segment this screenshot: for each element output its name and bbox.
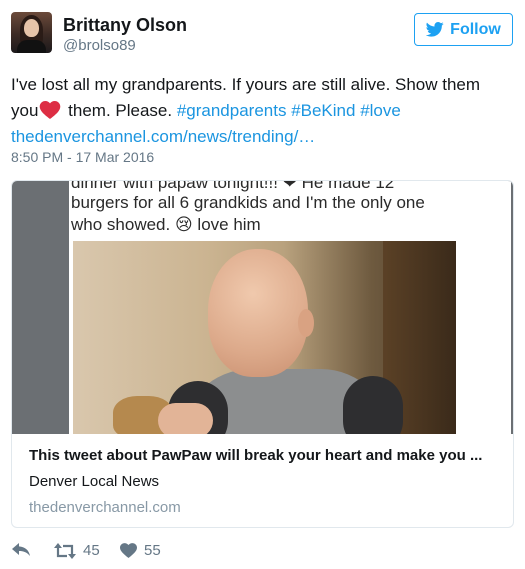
grandpa-photo [73,241,456,434]
heart-icon [120,543,137,558]
retweet-count: 45 [83,542,100,559]
photo-hands [158,403,213,434]
avatar-face [24,19,39,37]
link-card[interactable]: dinner with papaw tonight!!! ❤ He made 1… [11,180,514,528]
photo-ear [298,309,314,337]
user-handle[interactable]: @brolso89 [63,37,136,54]
follow-button[interactable]: Follow [414,13,513,46]
image-caption-line-2-b: love him [192,215,261,234]
photo-head [208,249,308,377]
hashtag-grandparents[interactable]: #grandparents [177,101,287,120]
reply-icon [12,543,30,556]
tweet-link[interactable]: thedenverchannel.com/news/trending/… [11,127,315,146]
tweet-text: I've lost all my grandparents. If yours … [11,72,511,150]
avatar[interactable] [11,12,52,53]
image-caption-line-0: dinner with papaw tonight!!! ❤ He made 1… [71,181,395,192]
crying-face-emoji: 😢 [174,215,193,234]
tweet-header: Brittany Olson @brolso89 Follow [0,0,525,62]
like-count: 55 [144,542,161,559]
card-title[interactable]: This tweet about PawPaw will break your … [29,447,504,464]
avatar-clothing [17,40,46,53]
tweet-timestamp[interactable]: 8:50 PM - 17 Mar 2016 [11,149,154,165]
like-button[interactable]: 55 [120,542,161,559]
hashtag-bekind[interactable]: #BeKind [291,101,355,120]
reply-button[interactable] [12,542,30,558]
tweet-text-part2: them. Please. [63,101,177,120]
user-display-name[interactable]: Brittany Olson [63,15,187,36]
photo-sleeve-right [343,376,403,434]
bird-icon [426,22,444,37]
card-domain: thedenverchannel.com [29,499,181,516]
tweet-actions: 45 55 [0,540,525,566]
retweet-button[interactable]: 45 [54,542,100,559]
image-caption-line-1: burgers for all 6 grandkids and I'm the … [71,193,425,212]
image-caption-line-2-a: who showed. [71,215,175,234]
image-caption-line-2: who showed. 😢 love him [71,215,261,235]
follow-label: Follow [450,20,501,38]
card-image[interactable]: dinner with papaw tonight!!! ❤ He made 1… [12,181,513,434]
retweet-icon [54,542,76,559]
red-heart-emoji-icon [40,101,61,119]
card-source: Denver Local News [29,473,160,490]
hashtag-love[interactable]: #love [360,101,401,120]
